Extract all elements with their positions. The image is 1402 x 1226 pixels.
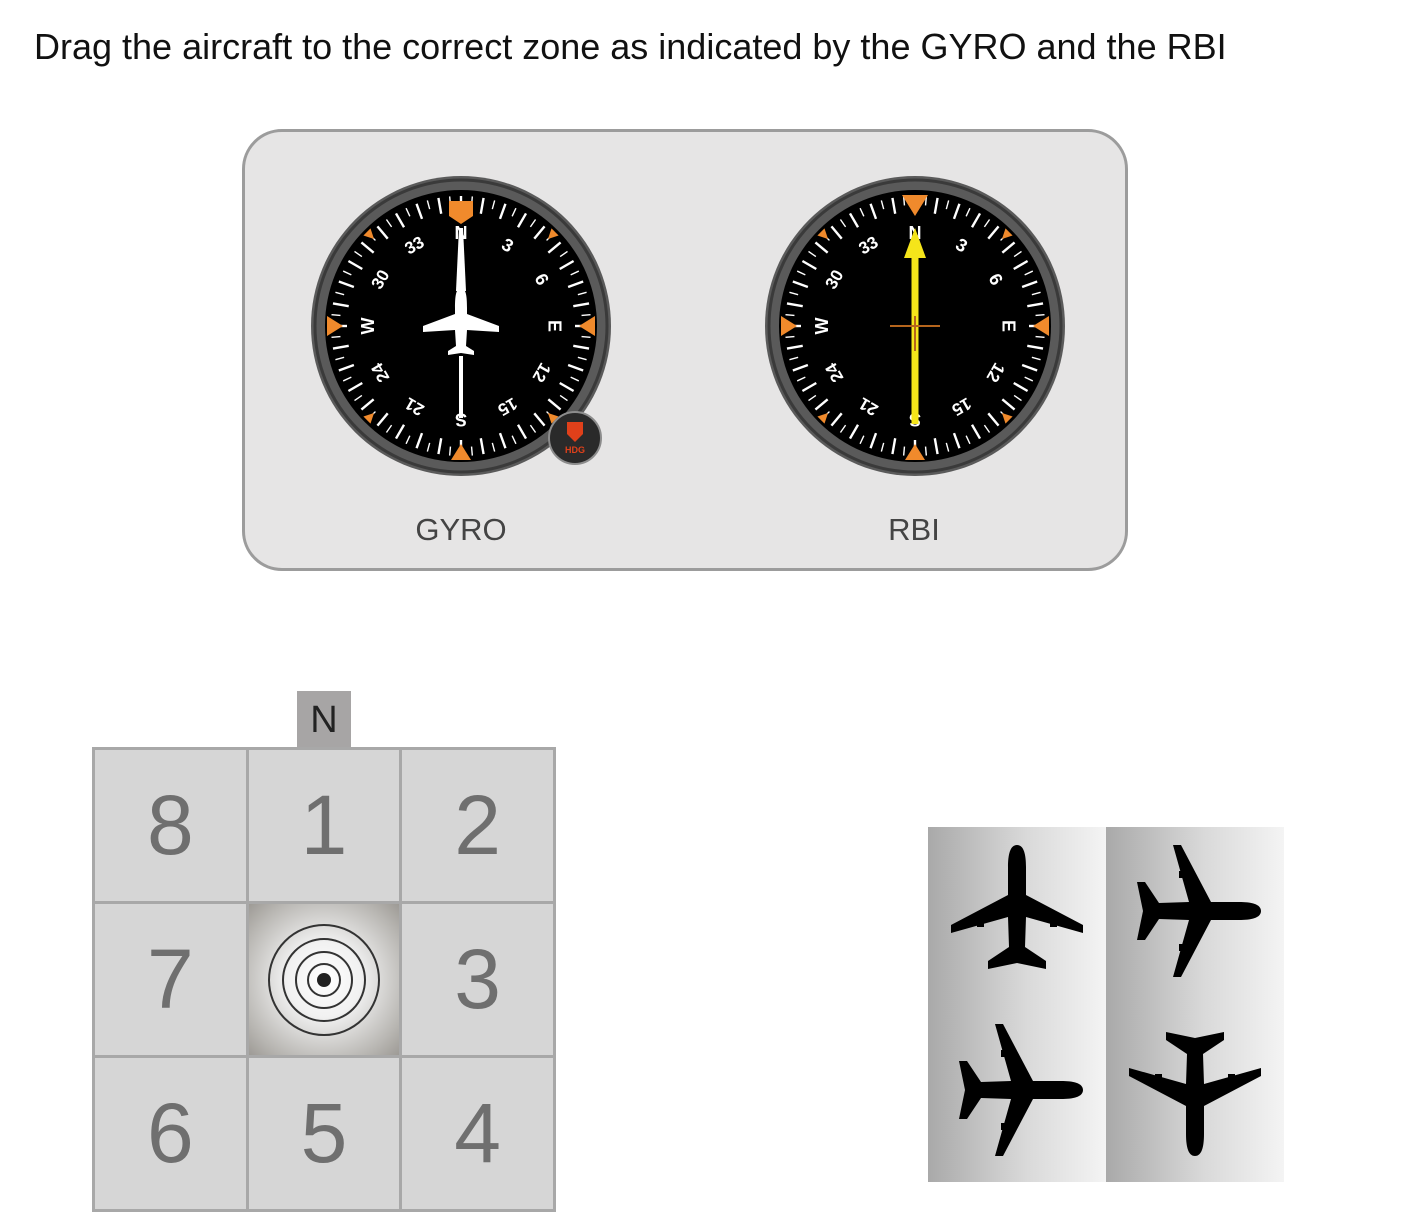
gyro-dial: N36E1215S2124W3033HDG — [311, 176, 611, 476]
airplane-silhouette — [1137, 845, 1261, 977]
zone-center-beacon — [248, 904, 400, 1055]
engine-right — [1050, 913, 1057, 927]
card-label: W — [812, 318, 832, 335]
airplane-icon — [951, 845, 1083, 969]
north-label: N — [297, 691, 351, 748]
zone-6[interactable]: 6 — [95, 1058, 246, 1209]
instrument-panel: N36E1215S2124W3033HDG GYRO N36E1215S2124… — [242, 129, 1128, 571]
tick-mark — [331, 313, 341, 317]
zone-5[interactable]: 5 — [248, 1058, 400, 1209]
tick-mark — [924, 446, 928, 456]
rbi-label: RBI — [888, 512, 940, 547]
rbi-instrument: N36E1215S2124W3033 — [761, 172, 1069, 480]
zone-3[interactable]: 3 — [402, 904, 553, 1055]
tick-mark — [331, 335, 341, 339]
gyro-instrument: N36E1215S2124W3033HDG — [307, 172, 615, 480]
card-label: E — [998, 320, 1018, 332]
card-label: W — [358, 318, 378, 335]
tick-mark — [1035, 335, 1045, 339]
zone-4[interactable]: 4 — [402, 1058, 553, 1209]
tick-mark — [902, 446, 906, 456]
target-icon — [267, 923, 380, 1036]
airplane-silhouette — [951, 845, 1083, 969]
airplane-silhouette — [1129, 1032, 1261, 1156]
airplane-icon — [959, 1024, 1083, 1156]
tick-mark — [1035, 313, 1045, 317]
zone-1[interactable]: 1 — [248, 750, 400, 901]
hdg-knob-label: HDG — [565, 445, 585, 455]
card-label: E — [544, 320, 564, 332]
tick-mark — [581, 335, 591, 339]
engine-left — [1228, 1074, 1235, 1088]
tick-mark — [785, 335, 795, 339]
engine-right — [1001, 1123, 1015, 1130]
aircraft-heading-east-2[interactable] — [947, 1020, 1087, 1160]
airplane-icon — [1129, 1032, 1261, 1156]
engine-right — [1179, 944, 1193, 951]
zone-7[interactable]: 7 — [95, 904, 246, 1055]
airplane-silhouette — [959, 1024, 1083, 1156]
aircraft-heading-south[interactable] — [1125, 1020, 1265, 1160]
instruction-text: Drag the aircraft to the correct zone as… — [34, 26, 1227, 67]
airplane-icon — [1137, 845, 1261, 977]
aircraft-heading-north[interactable] — [947, 841, 1087, 981]
hdg-knob[interactable]: HDG — [548, 411, 602, 465]
aircraft-tray-column-left — [928, 827, 1106, 1182]
engine-left — [977, 913, 984, 927]
tick-mark — [470, 446, 474, 456]
zone-grid: 8 1 2 7 3 6 5 4 — [92, 747, 556, 1212]
tick-mark — [448, 446, 452, 456]
rbi-dial: N36E1215S2124W3033 — [765, 176, 1065, 476]
engine-left — [1001, 1050, 1015, 1057]
engine-left — [1179, 871, 1193, 878]
aircraft-tray-column-right — [1106, 827, 1284, 1182]
zone-2[interactable]: 2 — [402, 750, 553, 901]
tick-mark — [581, 313, 591, 317]
zone-8[interactable]: 8 — [95, 750, 246, 901]
aircraft-tray — [928, 827, 1284, 1182]
tick-mark — [785, 313, 795, 317]
aircraft-heading-east[interactable] — [1125, 841, 1265, 981]
engine-right — [1155, 1074, 1162, 1088]
gyro-label: GYRO — [415, 512, 507, 547]
